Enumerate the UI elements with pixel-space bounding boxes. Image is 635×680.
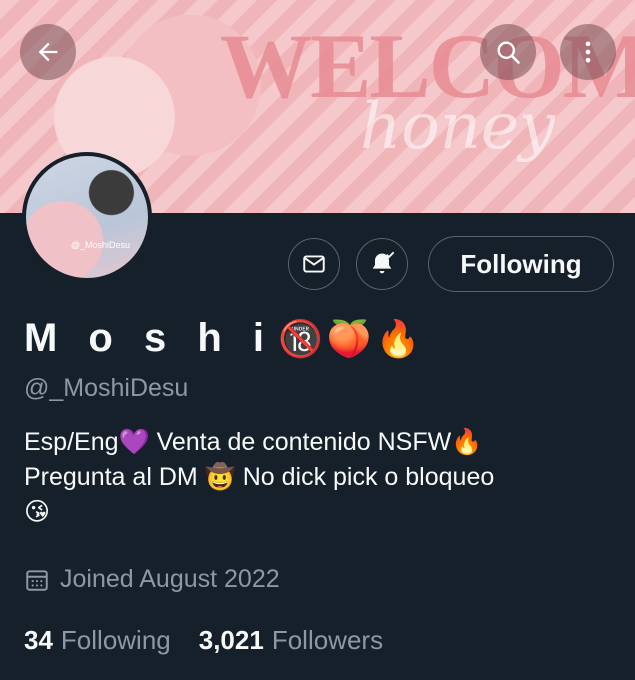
more-button[interactable] — [560, 24, 616, 80]
message-button[interactable] — [288, 238, 340, 290]
following-label: Following — [60, 625, 171, 655]
follow-stats: 34 Following 3,021 Followers — [24, 625, 383, 656]
joined-text: Joined August 2022 — [60, 565, 280, 593]
name-emoji-3: 🔥 — [375, 317, 421, 359]
followers-label: Followers — [271, 625, 384, 655]
following-button[interactable]: Following — [428, 236, 614, 292]
name-emoji-1: 🔞 — [278, 317, 323, 359]
mail-icon — [303, 255, 325, 273]
bio-line-3: 😘 — [24, 498, 51, 526]
avatar-watermark: @_MoshiDesu — [70, 240, 130, 250]
following-count: 34 — [24, 625, 53, 655]
followers-stat[interactable]: 3,021 Followers — [199, 625, 383, 656]
followers-count: 3,021 — [198, 625, 264, 655]
display-name: M o s h i 🔞 🍑 🔥 — [24, 316, 420, 361]
avatar[interactable]: @_MoshiDesu — [22, 152, 152, 282]
banner-subline: honey — [360, 90, 555, 164]
bio-line-2: Pregunta al DM 🤠 No dick pick o bloqueo — [24, 463, 495, 491]
search-button[interactable] — [480, 24, 536, 80]
display-name-text: M o s h i — [24, 316, 274, 360]
notification-bell-icon — [372, 251, 395, 274]
more-vertical-icon — [585, 41, 591, 63]
back-button[interactable] — [20, 24, 76, 80]
bio: Esp/Eng💜 Venta de contenido NSFW🔥 Pregun… — [24, 425, 614, 530]
notifications-button[interactable] — [356, 238, 408, 290]
bio-line-1: Esp/Eng💜 Venta de contenido NSFW🔥 — [24, 428, 483, 456]
joined-date: Joined August 2022 — [24, 565, 280, 594]
handle: @_MoshiDesu — [24, 374, 189, 402]
back-arrow-icon — [38, 42, 58, 62]
name-emoji-2: 🍑 — [326, 317, 372, 359]
search-icon — [497, 41, 520, 64]
calendar-icon — [26, 569, 48, 591]
following-stat[interactable]: 34 Following — [24, 625, 171, 656]
